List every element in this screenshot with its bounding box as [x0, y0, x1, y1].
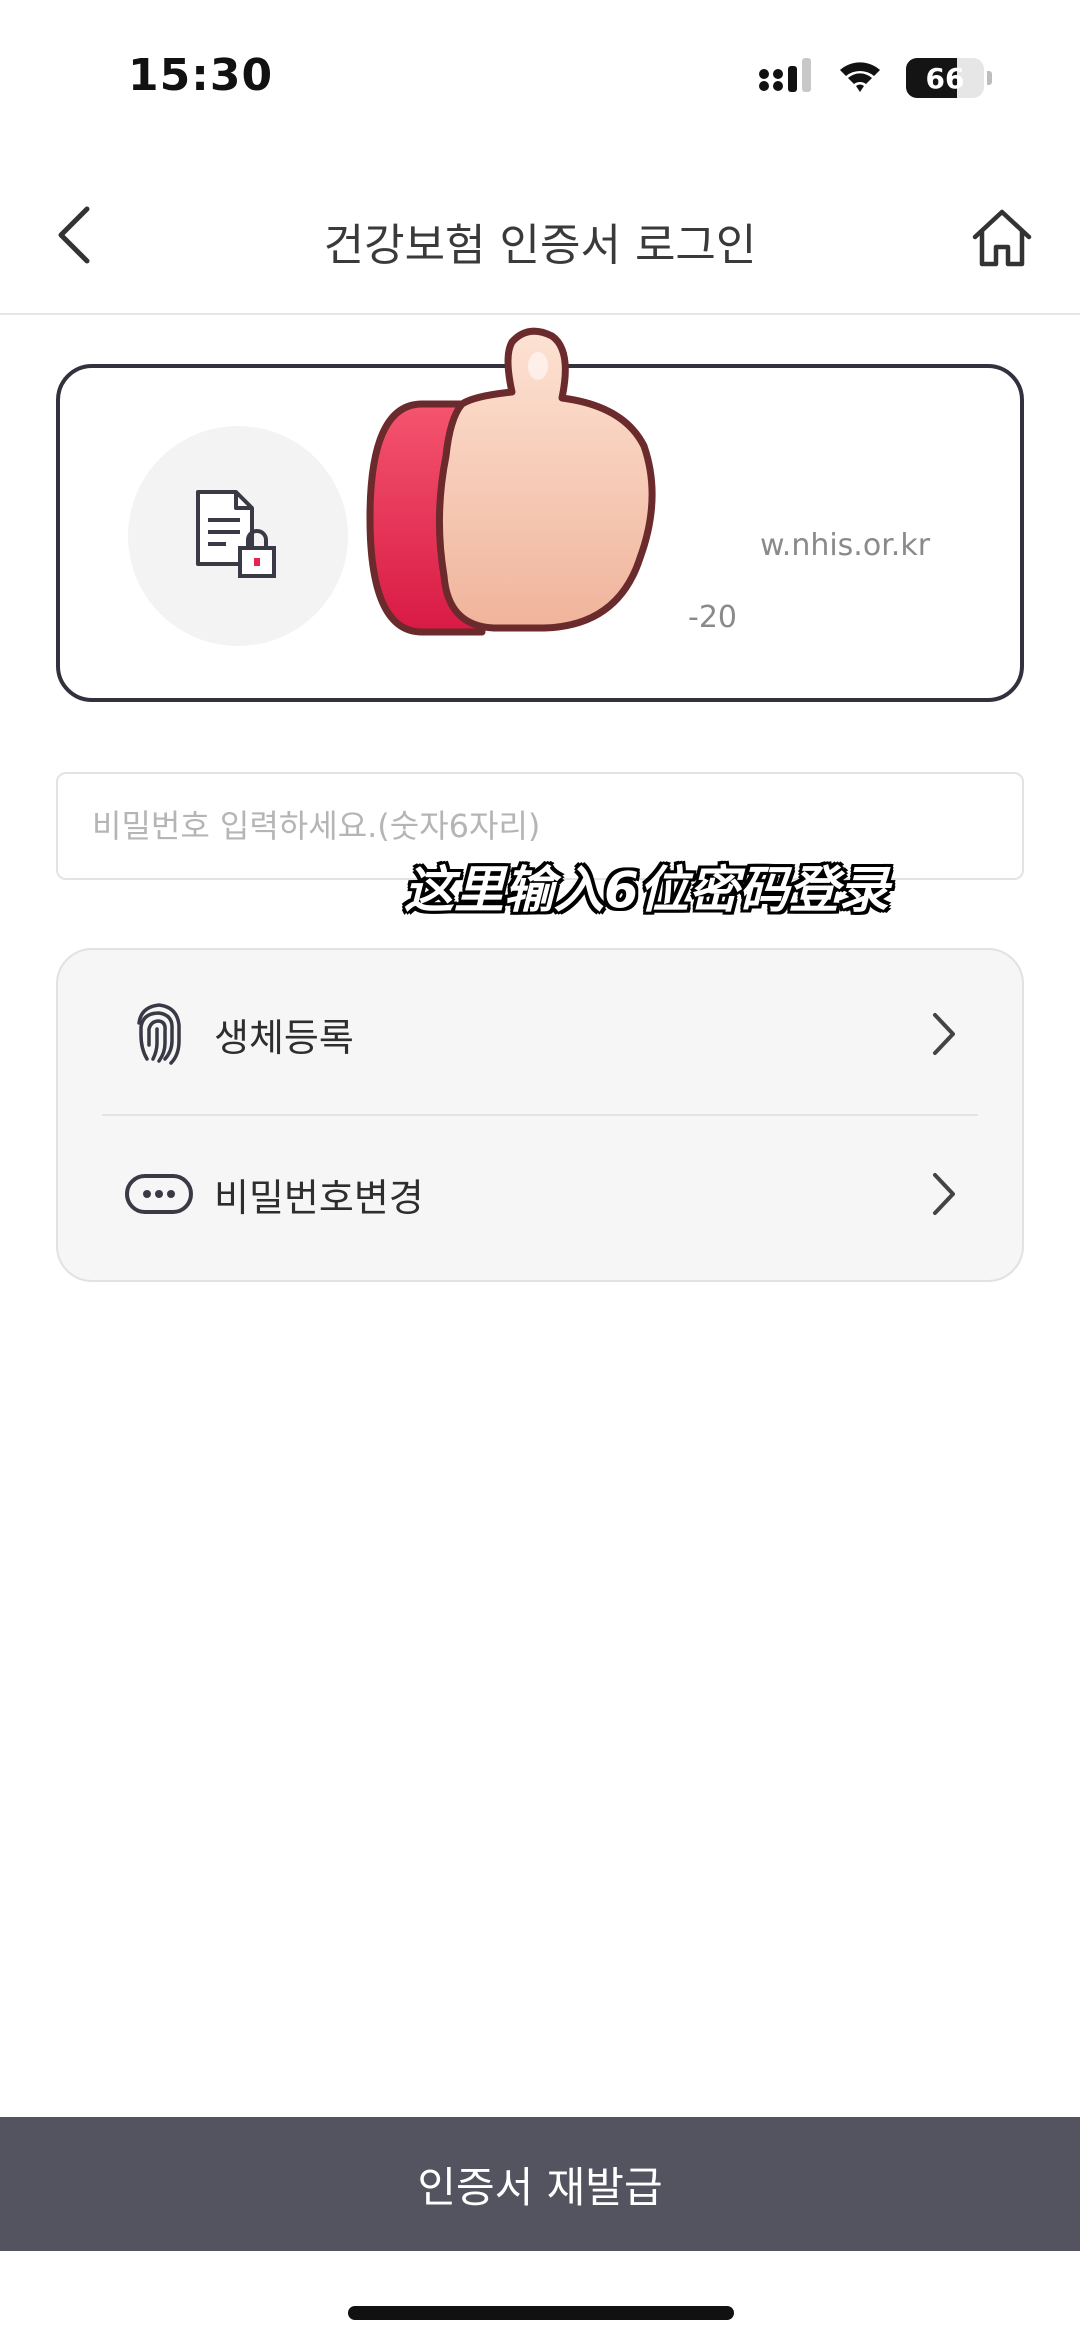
- screen: 15:30 66 건강보험 인증서 로그인 w.nhis.or.kr -20 这…: [0, 0, 1080, 2341]
- certificate-issuer: w.nhis.or.kr: [760, 528, 931, 563]
- options-menu: 생체등록 비밀번호변경: [56, 948, 1024, 1282]
- menu-item-biometric-register[interactable]: 생체등록: [58, 954, 1022, 1114]
- home-indicator[interactable]: [348, 2306, 734, 2320]
- cellular-signal-icon: [758, 56, 814, 100]
- home-button[interactable]: [964, 200, 1040, 276]
- battery-tip: [987, 71, 992, 85]
- password-dots-icon: [124, 1159, 194, 1229]
- battery-level: 66: [925, 61, 965, 95]
- reissue-certificate-button[interactable]: 인증서 재발급: [0, 2117, 1080, 2251]
- wifi-icon: [836, 56, 884, 100]
- thumbs-up-sticker: [362, 326, 718, 644]
- battery-icon: 66: [906, 58, 984, 98]
- menu-item-label: 비밀번호변경: [214, 1175, 424, 1220]
- nav-header: 건강보험 인증서 로그인: [0, 175, 1080, 315]
- document-lock-icon: [196, 490, 276, 578]
- chevron-right-icon: [924, 1164, 964, 1224]
- certificate-icon-circle: [128, 426, 348, 646]
- menu-item-label: 생체등록: [214, 1015, 354, 1060]
- overlay-caption: 这里输入6位密码登录: [404, 861, 889, 919]
- chevron-right-icon: [924, 1004, 964, 1064]
- menu-item-change-password[interactable]: 비밀번호변경: [58, 1114, 1022, 1274]
- status-bar: 15:30 66: [0, 0, 1080, 140]
- fingerprint-icon: [124, 999, 194, 1069]
- status-icons: 66: [758, 58, 992, 98]
- home-icon: [972, 209, 1032, 267]
- page-title: 건강보험 인증서 로그인: [323, 220, 757, 271]
- status-time: 15:30: [128, 50, 274, 101]
